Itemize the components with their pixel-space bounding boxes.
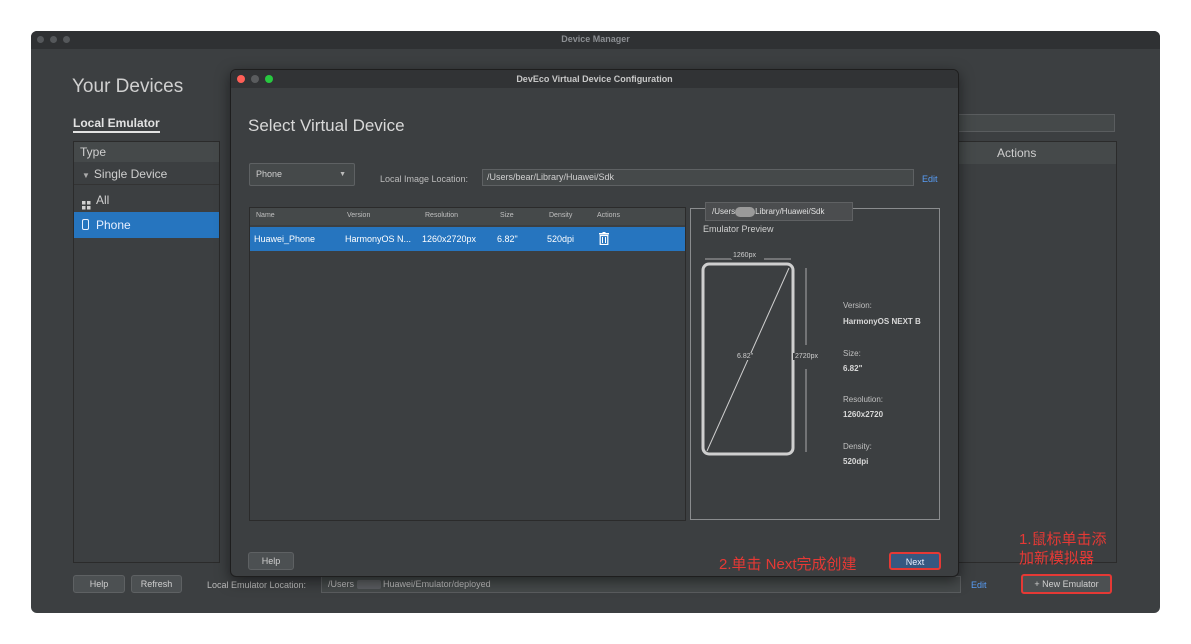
column-header-resolution[interactable]: Resolution [425, 212, 458, 219]
help-button[interactable]: Help [73, 575, 125, 593]
device-category-value: Phone [256, 169, 283, 179]
tree-group-label: Single Device [93, 167, 168, 181]
table-header: Name Version Resolution Size Density Act… [250, 208, 685, 225]
delete-icon[interactable] [599, 232, 609, 246]
image-location-edit-link[interactable]: Edit [922, 174, 938, 184]
spec-version-value: HarmonyOS NEXT B [843, 317, 921, 326]
dialog-help-button[interactable]: Help [248, 552, 294, 570]
spec-resolution-value: 1260x2720 [843, 410, 884, 419]
device-category-select[interactable]: Phone ▼ [249, 163, 355, 186]
preview-diagonal-label: 6.82" [735, 353, 756, 360]
chevron-down-icon: ▼ [339, 171, 346, 178]
spec-resolution-label: Resolution: [843, 395, 884, 404]
caret-down-icon: ▼ [82, 171, 90, 180]
dialog-titlebar: DevEco Virtual Device Configuration [231, 70, 958, 88]
column-header-name[interactable]: Name [256, 212, 275, 219]
image-location-label: Local Image Location: [380, 174, 469, 184]
tree-item-all[interactable]: All [74, 189, 219, 211]
tree-item-phone[interactable]: Phone [74, 212, 219, 238]
column-header-version[interactable]: Version [347, 212, 370, 219]
emulator-preview-panel: Emulator Preview 1260px 6.82" 2720px Ver… [690, 208, 940, 520]
tree-group-single-device[interactable]: ▼ Single Device [74, 163, 219, 185]
redacted-username [356, 580, 381, 590]
spec-version-label: Version: [843, 301, 872, 310]
cell-resolution: 1260x2720px [422, 234, 477, 244]
type-header: Type [74, 142, 219, 162]
redacted-username [735, 206, 756, 217]
emulator-preview-title: Emulator Preview [703, 224, 774, 234]
virtual-device-config-dialog: DevEco Virtual Device Configuration Sele… [230, 69, 959, 577]
column-header-size[interactable]: Size [500, 212, 514, 219]
path-tooltip: /Users Library/Huawei/Sdk [705, 202, 853, 221]
spec-density-value: 520dpi [843, 457, 869, 466]
image-location-field[interactable]: /Users/bear/Library/Huawei/Sdk [482, 169, 914, 186]
device-table: Name Version Resolution Size Density Act… [249, 207, 686, 521]
tree-item-label: All [96, 193, 110, 207]
annotation-step-1-line1: 1.鼠标单击添 [1019, 531, 1107, 548]
dialog-heading: Select Virtual Device [248, 116, 405, 135]
table-row[interactable]: Huawei_Phone HarmonyOS N... 1260x2720px … [250, 227, 685, 251]
annotation-step-2: 2.单击 Next完成创建 [719, 556, 857, 573]
preview-height-label: 2720px [793, 353, 820, 360]
emulator-location-suffix: Huawei/Emulator/deployed [383, 579, 491, 589]
cell-version: HarmonyOS N... [345, 234, 412, 244]
device-preview-drawing [701, 258, 807, 456]
grid-icon [82, 195, 91, 210]
refresh-button[interactable]: Refresh [131, 575, 182, 593]
tooltip-suffix: Library/Huawei/Sdk [755, 207, 825, 216]
tooltip-prefix: /Users [712, 207, 736, 216]
annotation-step-1: 1.鼠标单击添 加新模拟器 [1019, 530, 1107, 568]
cell-name: Huawei_Phone [254, 234, 316, 244]
cell-size: 6.82" [497, 234, 518, 244]
device-type-panel: Type ▼ Single Device All Phone [73, 141, 220, 563]
emulator-location-prefix: /Users [328, 579, 355, 589]
dialog-title: DevEco Virtual Device Configuration [516, 74, 673, 84]
main-titlebar: Device Manager [31, 31, 1160, 49]
emulator-location-field[interactable]: /Users Huawei/Emulator/deployed [321, 576, 961, 593]
window-title: Device Manager [561, 34, 630, 44]
tab-local-emulator[interactable]: Local Emulator [73, 116, 160, 133]
annotation-step-1-line2: 加新模拟器 [1019, 550, 1095, 567]
device-list-panel: Actions [958, 141, 1117, 563]
column-header-density[interactable]: Density [549, 212, 572, 219]
spec-density-label: Density: [843, 442, 872, 451]
emulator-location-edit-link[interactable]: Edit [971, 580, 987, 590]
spec-size-value: 6.82" [843, 364, 863, 373]
tree-item-label: Phone [96, 218, 131, 232]
new-emulator-button[interactable]: + New Emulator [1021, 574, 1112, 594]
device-search-input[interactable] [956, 114, 1115, 132]
actions-column-header: Actions [959, 142, 1116, 164]
column-header-actions: Actions [597, 212, 620, 219]
preview-width-label: 1260px [731, 252, 758, 259]
page-title: Your Devices [72, 76, 184, 97]
cell-density: 520dpi [547, 234, 575, 244]
spec-size-label: Size: [843, 349, 861, 358]
emulator-location-label: Local Emulator Location: [207, 580, 307, 590]
phone-icon [82, 219, 89, 230]
next-button[interactable]: Next [889, 552, 941, 570]
